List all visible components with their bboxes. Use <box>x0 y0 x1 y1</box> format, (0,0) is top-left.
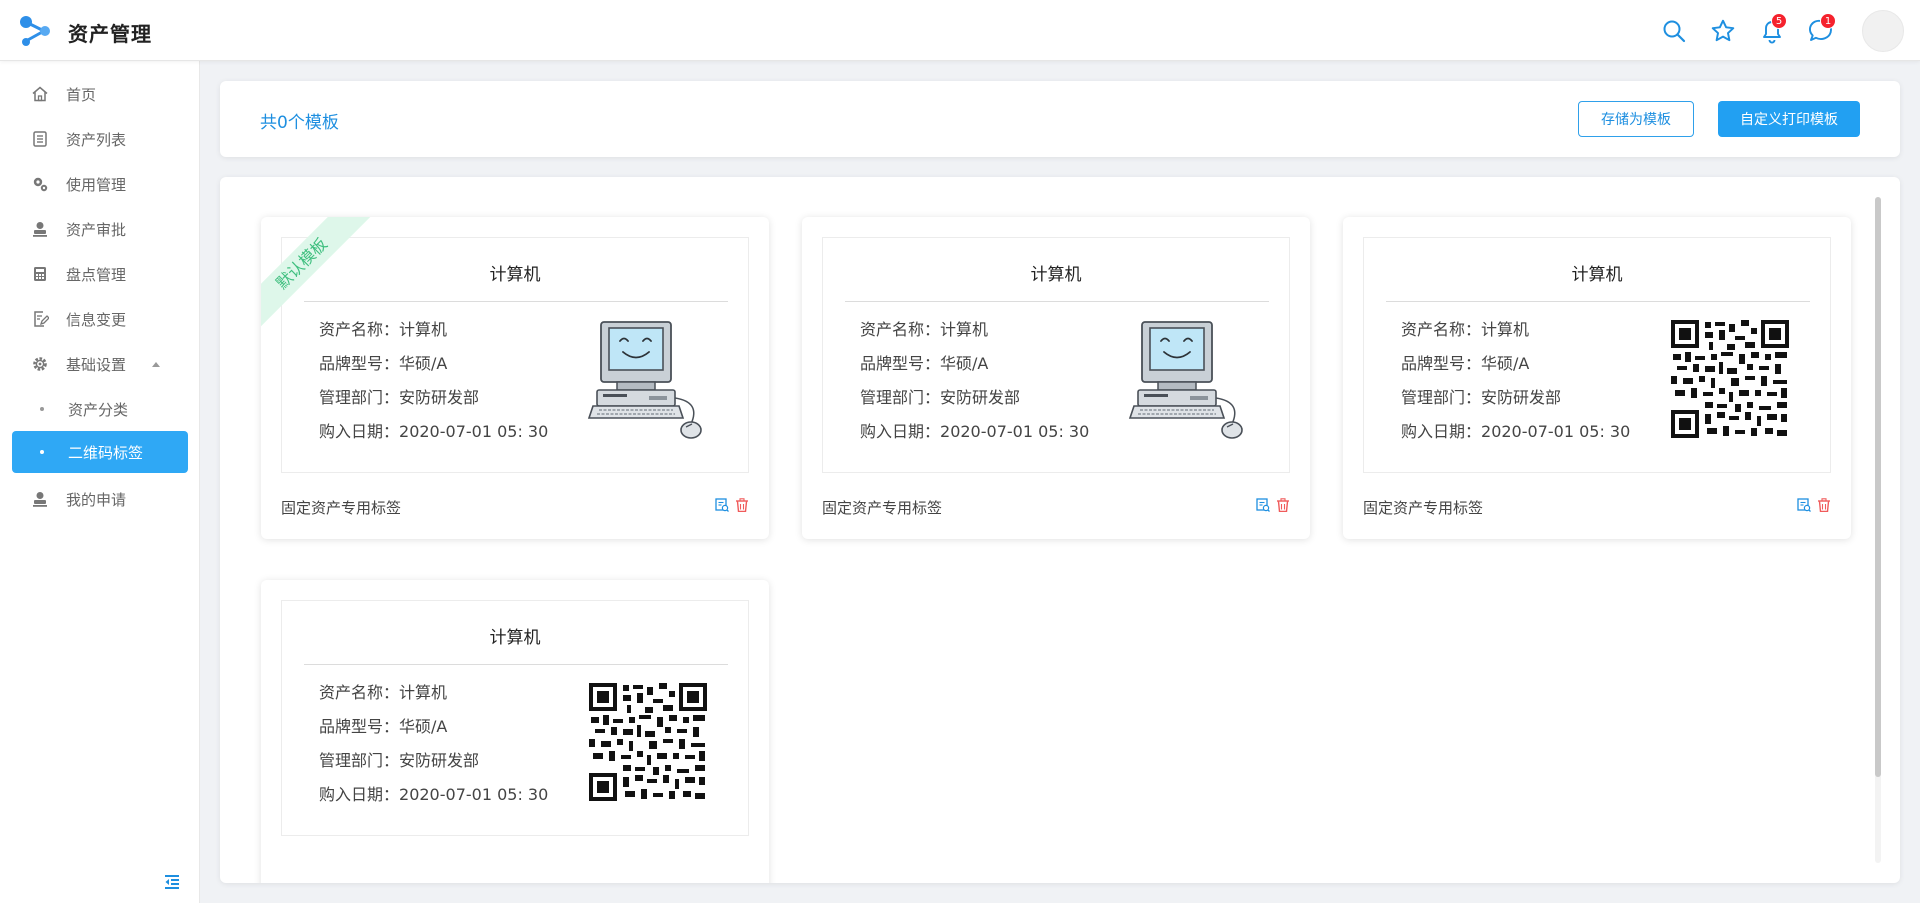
divider <box>845 301 1269 302</box>
bullet-icon <box>40 407 44 411</box>
settings-icon <box>30 354 50 374</box>
field-asset-name: 资产名称：计算机 <box>319 683 448 702</box>
qr-code <box>1669 318 1791 440</box>
delete-icon[interactable] <box>1276 498 1290 512</box>
sidebar-item-label: 资产分类 <box>68 400 129 419</box>
sidebar-item-label: 我的申请 <box>66 490 127 509</box>
scrollbar-thumb[interactable] <box>1875 197 1881 777</box>
label-title: 计算机 <box>489 265 541 285</box>
card-footer-label: 固定资产专用标签 <box>822 499 943 517</box>
card-footer-label: 固定资产专用标签 <box>1363 499 1484 517</box>
user-stamp-icon <box>30 219 50 239</box>
field-brand-model: 品牌型号：华硕/A <box>1401 354 1530 373</box>
field-department: 管理部门：安防研发部 <box>319 751 480 770</box>
sidebar-item-basic-settings[interactable]: 基础设置 <box>12 343 188 385</box>
user-stamp-icon <box>30 489 50 509</box>
field-purchase-date: 购入日期：2020-07-01 05: 30 <box>319 785 549 804</box>
calculator-icon <box>30 264 50 284</box>
field-brand-model: 品牌型号：华硕/A <box>319 717 448 736</box>
card-footer-label: 固定资产专用标签 <box>281 499 402 517</box>
sidebar-item-label: 盘点管理 <box>66 265 127 284</box>
label-title: 计算机 <box>489 628 541 648</box>
sidebar-item-label: 首页 <box>66 85 97 104</box>
template-count: 共0个模板 <box>260 113 339 133</box>
label-preview: 计算机 资产名称：计算机 品牌型号：华硕/A 管理部门：安防研发部 购入日期：2… <box>1363 237 1831 473</box>
sidebar-item-info-change[interactable]: 信息变更 <box>12 298 188 340</box>
sidebar-item-label: 二维码标签 <box>68 443 144 462</box>
top-header: 资产管理 5 1 <box>0 0 1920 61</box>
sidebar-item-label: 基础设置 <box>66 355 127 374</box>
collapse-menu-icon[interactable] <box>162 872 182 892</box>
divider <box>304 664 728 665</box>
field-purchase-date: 购入日期：2020-07-01 05: 30 <box>319 422 549 441</box>
label-preview: 计算机 资产名称：计算机 品牌型号：华硕/A 管理部门：安防研发部 购入日期：2… <box>281 237 749 473</box>
preview-icon[interactable] <box>1256 498 1270 512</box>
vertical-scrollbar[interactable] <box>1875 197 1881 863</box>
save-as-template-button[interactable]: 存储为模板 <box>1578 101 1694 137</box>
template-card[interactable]: 计算机 资产名称：计算机 品牌型号：华硕/A 管理部门：安防研发部 购入日期：2… <box>261 217 769 539</box>
app-title: 资产管理 <box>68 22 152 46</box>
chevron-up-icon <box>152 361 161 367</box>
field-department: 管理部门：安防研发部 <box>860 388 1021 407</box>
notification-badge: 5 <box>1771 13 1787 29</box>
app-logo-icon <box>20 16 50 46</box>
computer-illustration <box>1129 321 1243 439</box>
sidebar-item-asset-list[interactable]: 资产列表 <box>12 118 188 160</box>
template-grid-panel: 计算机 资产名称：计算机 品牌型号：华硕/A 管理部门：安防研发部 购入日期：2… <box>220 177 1900 883</box>
home-icon <box>30 84 50 104</box>
label-title: 计算机 <box>1030 265 1082 285</box>
sidebar-item-home[interactable]: 首页 <box>12 73 188 115</box>
edit-doc-icon <box>30 309 50 329</box>
field-brand-model: 品牌型号：华硕/A <box>860 354 989 373</box>
template-card[interactable]: 计算机 资产名称：计算机 品牌型号：华硕/A 管理部门：安防研发部 购入日期：2… <box>802 217 1310 539</box>
label-preview: 计算机 资产名称：计算机 品牌型号：华硕/A 管理部门：安防研发部 购入日期：2… <box>281 600 749 836</box>
avatar[interactable] <box>1862 10 1904 52</box>
list-icon <box>30 129 50 149</box>
label-title: 计算机 <box>1571 265 1623 285</box>
custom-print-template-button[interactable]: 自定义打印模板 <box>1718 101 1860 137</box>
sidebar: 首页 资产列表 使用管理 资产审批 盘点管理 信息变更 基础设置 资产分类 二维… <box>0 61 200 903</box>
qr-code <box>587 681 709 803</box>
chat-icon[interactable]: 1 <box>1806 13 1836 46</box>
sidebar-item-my-requests[interactable]: 我的申请 <box>12 478 188 520</box>
template-card[interactable]: 计算机 资产名称：计算机 品牌型号：华硕/A 管理部门：安防研发部 购入日期：2… <box>1343 217 1851 539</box>
toolbar-panel: 共0个模板 存储为模板 自定义打印模板 <box>220 81 1900 157</box>
computer-illustration <box>588 321 702 439</box>
sidebar-item-qr-label[interactable]: 二维码标签 <box>12 431 188 473</box>
field-brand-model: 品牌型号：华硕/A <box>319 354 448 373</box>
bullet-icon <box>40 450 44 454</box>
sidebar-item-usage[interactable]: 使用管理 <box>12 163 188 205</box>
bell-icon[interactable]: 5 <box>1757 13 1787 46</box>
search-icon[interactable] <box>1659 16 1689 46</box>
template-card[interactable]: 计算机 资产名称：计算机 品牌型号：华硕/A 管理部门：安防研发部 购入日期：2… <box>261 580 769 883</box>
field-asset-name: 资产名称：计算机 <box>319 320 448 339</box>
field-asset-name: 资产名称：计算机 <box>1401 320 1530 339</box>
preview-icon[interactable] <box>1797 498 1811 512</box>
field-asset-name: 资产名称：计算机 <box>860 320 989 339</box>
divider <box>1386 301 1810 302</box>
field-department: 管理部门：安防研发部 <box>1401 388 1562 407</box>
divider <box>304 301 728 302</box>
sidebar-item-approval[interactable]: 资产审批 <box>12 208 188 250</box>
sidebar-item-label: 资产审批 <box>66 220 127 239</box>
delete-icon[interactable] <box>735 498 749 512</box>
message-badge: 1 <box>1820 13 1836 29</box>
delete-icon[interactable] <box>1817 498 1831 512</box>
field-purchase-date: 购入日期：2020-07-01 05: 30 <box>860 422 1090 441</box>
star-icon[interactable] <box>1708 16 1738 46</box>
label-preview: 计算机 资产名称：计算机 品牌型号：华硕/A 管理部门：安防研发部 购入日期：2… <box>822 237 1290 473</box>
sidebar-item-inventory[interactable]: 盘点管理 <box>12 253 188 295</box>
sidebar-item-label: 资产列表 <box>66 130 127 149</box>
sidebar-item-asset-category[interactable]: 资产分类 <box>12 388 188 430</box>
field-department: 管理部门：安防研发部 <box>319 388 480 407</box>
gears-icon <box>30 174 50 194</box>
field-purchase-date: 购入日期：2020-07-01 05: 30 <box>1401 422 1631 441</box>
preview-icon[interactable] <box>715 498 729 512</box>
sidebar-item-label: 信息变更 <box>66 310 127 329</box>
sidebar-item-label: 使用管理 <box>66 175 127 194</box>
